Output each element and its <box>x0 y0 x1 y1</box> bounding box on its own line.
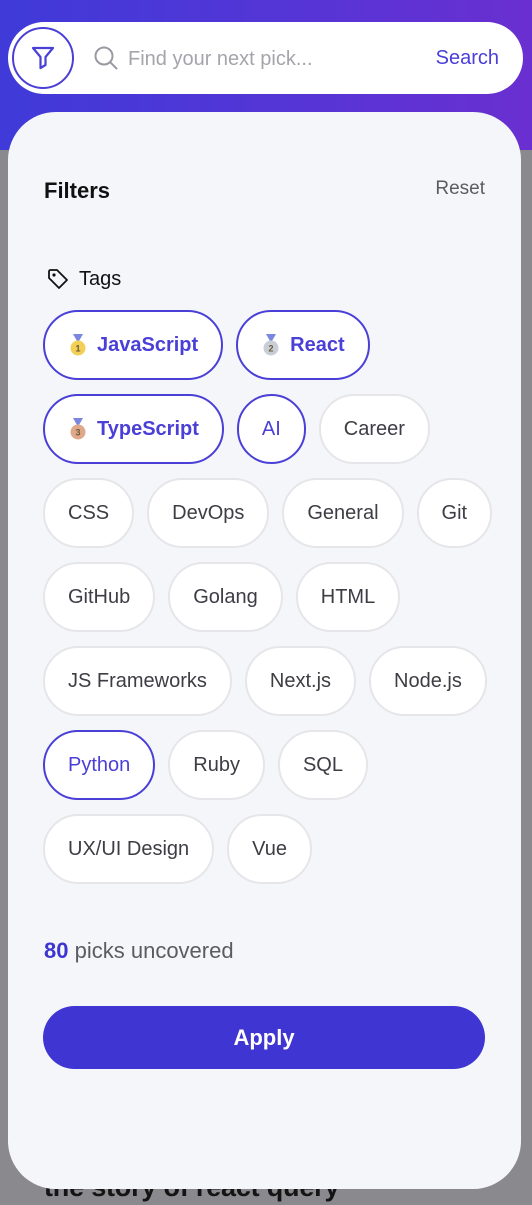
tag-chip[interactable]: Node.js <box>369 646 487 716</box>
tag-chip-label: JavaScript <box>97 333 199 356</box>
tag-chip[interactable]: UX/UI Design <box>43 814 215 884</box>
tag-chip-label: CSS <box>68 501 110 524</box>
tag-chip[interactable]: Ruby <box>168 730 265 800</box>
tag-chip[interactable]: 2 React <box>236 310 370 380</box>
tag-chip[interactable]: 3 TypeScript <box>43 394 224 464</box>
tag-chip[interactable]: Vue <box>227 814 312 884</box>
tag-chip[interactable]: Python <box>43 730 156 800</box>
tag-chip-label: Golang <box>193 585 258 608</box>
tag-chip[interactable]: AI <box>236 394 306 464</box>
result-count-suffix: picks uncovered <box>74 938 234 963</box>
tag-chip-label: Python <box>68 753 131 776</box>
tag-chip[interactable]: Career <box>318 394 430 464</box>
search-button[interactable]: Search <box>430 40 505 76</box>
search-input[interactable] <box>126 38 420 80</box>
tag-chip-label: Git <box>441 501 468 524</box>
reset-button[interactable]: Reset <box>435 178 485 200</box>
gold-medal-icon: 1 <box>70 334 86 356</box>
filters-panel: Filters Reset Tags 1 JavaScript 2 React 3 Typ… <box>8 112 521 1189</box>
tag-chip-label: SQL <box>302 753 343 776</box>
bronze-medal-icon: 3 <box>70 418 86 440</box>
tag-list: 1 JavaScript 2 React 3 TypeScript AI Career CSS D… <box>43 310 493 884</box>
filter-button[interactable] <box>12 27 74 89</box>
medal-rank: 1 <box>75 344 80 354</box>
tag-chip-label: Next.js <box>269 669 332 692</box>
tag-chip[interactable]: JS Frameworks <box>43 646 232 716</box>
tag-chip-label: GitHub <box>68 585 131 608</box>
tag-chip[interactable]: Golang <box>168 562 283 632</box>
tag-chip-label: Node.js <box>394 669 462 692</box>
filter-icon <box>31 46 55 70</box>
tag-chip-label: DevOps <box>172 501 245 524</box>
tag-chip-label: React <box>290 333 345 356</box>
tag-chip[interactable]: CSS <box>43 478 135 548</box>
medal-rank: 2 <box>269 344 274 354</box>
tag-icon <box>48 269 68 289</box>
tags-label: Tags <box>79 267 122 290</box>
tag-chip-label: JS Frameworks <box>68 669 207 692</box>
tag-chip[interactable]: Git <box>416 478 493 548</box>
tag-chip[interactable]: Next.js <box>244 646 357 716</box>
tag-chip[interactable]: GitHub <box>43 562 156 632</box>
tags-header: Tags <box>46 267 121 291</box>
tag-chip[interactable]: General <box>282 478 404 548</box>
result-count: 80 picks uncovered <box>44 938 234 964</box>
tag-chip-label: HTML <box>320 585 376 608</box>
result-count-number: 80 <box>44 938 69 963</box>
search-bar: Search <box>8 22 523 94</box>
silver-medal-icon: 2 <box>263 334 279 356</box>
filters-title: Filters <box>44 178 111 203</box>
tag-chip[interactable]: SQL <box>277 730 368 800</box>
tag-chip-label: AI <box>261 417 281 440</box>
tag-chip-label: UX/UI Design <box>68 837 190 860</box>
search-icon <box>94 46 118 70</box>
tag-chip-label: Career <box>343 417 405 440</box>
medal-rank: 3 <box>75 428 80 438</box>
apply-button[interactable]: Apply <box>43 1006 485 1069</box>
tag-chip-label: Ruby <box>193 753 240 776</box>
tag-chip-label: TypeScript <box>97 417 199 440</box>
tag-chip-label: General <box>307 501 379 524</box>
tag-chip-label: Vue <box>252 837 287 860</box>
tag-chip[interactable]: HTML <box>295 562 401 632</box>
tag-chip[interactable]: DevOps <box>147 478 270 548</box>
tag-chip[interactable]: 1 JavaScript <box>43 310 224 380</box>
